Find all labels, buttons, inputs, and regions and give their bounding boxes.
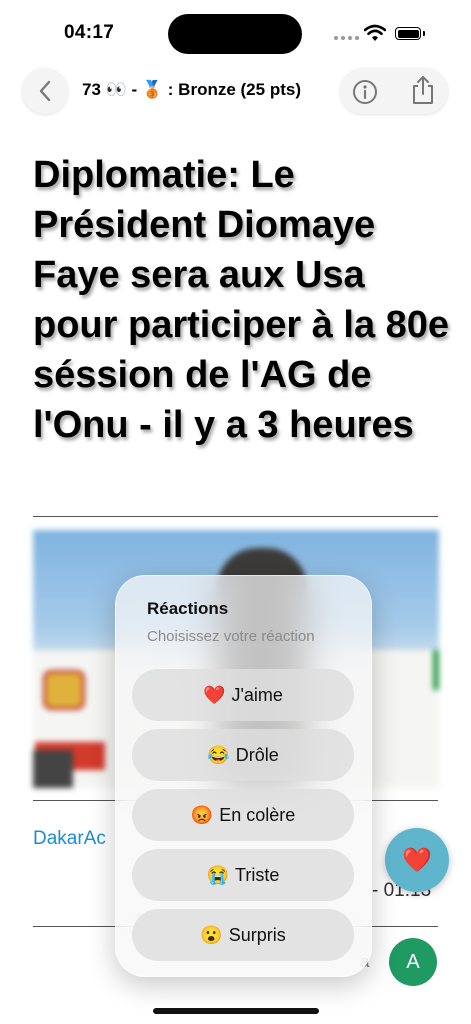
chevron-left-icon xyxy=(39,80,51,102)
share-icon[interactable] xyxy=(410,75,436,105)
reaction-sad-button[interactable]: 😭 Triste xyxy=(132,849,354,901)
reaction-funny-button[interactable]: 😂 Drôle xyxy=(132,729,354,781)
battery-cap xyxy=(423,31,425,36)
article-headline: Diplomatie: Le Président Diomaye Faye se… xyxy=(33,154,450,446)
reaction-surprised-button[interactable]: 😮 Surpris xyxy=(132,909,354,961)
status-time: 04:17 xyxy=(64,22,115,43)
reaction-label: J'aime xyxy=(231,684,283,705)
reaction-label: En colère xyxy=(219,804,296,825)
crying-face-icon: 😭 xyxy=(206,864,230,885)
wifi-icon xyxy=(364,24,386,41)
reactions-title: Réactions xyxy=(147,599,229,618)
reaction-angry-button[interactable]: 😡 En colère xyxy=(132,789,354,841)
reaction-label: Triste xyxy=(235,864,280,885)
reaction-fab-button[interactable]: ❤️ xyxy=(385,828,449,892)
back-button[interactable] xyxy=(22,68,68,114)
laughing-face-icon: 😂 xyxy=(207,744,230,765)
source-link[interactable]: DakarAc xyxy=(33,828,106,850)
heart-icon: ❤️ xyxy=(402,846,432,874)
cellular-signal-icon xyxy=(334,36,359,40)
dynamic-island xyxy=(168,14,302,54)
reaction-like-button[interactable]: ❤️ J'aime xyxy=(132,669,354,721)
avatar[interactable]: A xyxy=(389,938,437,986)
angry-face-icon: 😡 xyxy=(190,804,214,825)
battery-icon xyxy=(395,27,421,40)
surprised-face-icon: 😮 xyxy=(200,924,223,945)
points-badge-title: 73 👀 - 🥉 : Bronze (25 pts) xyxy=(82,80,301,99)
reaction-label: Drôle xyxy=(235,744,279,765)
home-indicator[interactable] xyxy=(153,1008,319,1014)
reaction-label: Surpris xyxy=(228,924,286,945)
heart-icon: ❤️ xyxy=(203,684,226,705)
divider xyxy=(33,516,438,517)
info-icon[interactable] xyxy=(352,79,378,105)
reactions-subtitle: Choisissez votre réaction xyxy=(147,628,315,645)
